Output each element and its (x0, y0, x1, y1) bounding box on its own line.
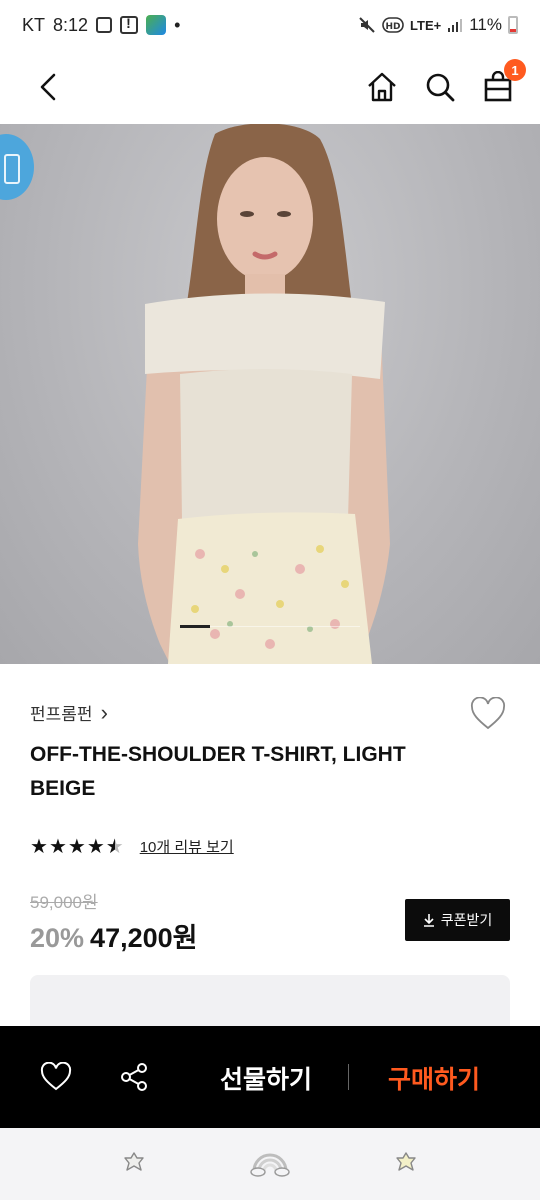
home-icon (368, 72, 396, 102)
cart-button[interactable]: 1 (480, 59, 526, 105)
network-type-label: LTE+ (410, 17, 442, 33)
search-icon (426, 73, 455, 102)
star-icon: ★ (30, 836, 48, 858)
star-icon: ★ (67, 836, 86, 858)
status-right: HD LTE+ 11% (358, 15, 518, 35)
status-bar: KT 8:12 • HD LTE+ 11% (0, 0, 540, 50)
header-actions: 1 (364, 59, 526, 105)
brand-link[interactable]: 펀프롬펀 › (30, 700, 108, 725)
time-label: 8:12 (53, 14, 89, 35)
flower-icon (124, 1151, 144, 1171)
hd-voice-icon: HD (382, 17, 404, 33)
more-notifications-dot: • (174, 14, 181, 35)
gift-button[interactable]: 선물하기 (200, 1060, 332, 1096)
app-header: 1 (0, 50, 540, 124)
share-button[interactable] (116, 1059, 152, 1095)
review-link[interactable]: 10개 리뷰 보기 (140, 836, 234, 857)
bottom-nav-item-center[interactable] (250, 1147, 290, 1182)
product-title: OFF-THE-SHOULDER T-SHIRT, LIGHT BEIGE (30, 743, 406, 800)
purchase-action-bar: 선물하기 구매하기 (0, 1026, 540, 1128)
discount-rate: 20% (30, 923, 85, 953)
action-divider (348, 1064, 349, 1090)
sale-price: 47,200원 (90, 923, 198, 953)
alert-icon (120, 15, 139, 34)
star-rating: ★ ★ ★ ★ ★ (30, 834, 124, 859)
wishlist-button[interactable] (470, 696, 506, 736)
carousel-indicator (180, 625, 210, 628)
search-button[interactable] (422, 69, 458, 105)
buy-button[interactable]: 구매하기 (368, 1060, 500, 1096)
home-button[interactable] (364, 69, 400, 105)
chevron-right-icon: › (100, 699, 108, 725)
back-button[interactable] (30, 69, 66, 105)
product-image-carousel[interactable] (0, 124, 540, 664)
star-icon: ★ (86, 836, 105, 858)
battery-icon (508, 16, 518, 34)
bottom-nav-item-left[interactable] (122, 1151, 146, 1178)
chevron-left-icon (40, 73, 56, 101)
carrier-label: KT (22, 14, 46, 35)
brand-name: 펀프롬펀 (30, 705, 93, 724)
coupon-label: 쿠폰받기 (440, 912, 493, 928)
app-notification-icon (146, 15, 167, 35)
wishlist-action-button[interactable] (38, 1059, 74, 1095)
signal-icon (448, 19, 463, 32)
heart-icon (471, 696, 505, 730)
star-icon: ★ (48, 836, 67, 858)
heart-icon (40, 1062, 72, 1091)
coupon-button[interactable]: 쿠폰받기 (405, 899, 510, 941)
status-left: KT 8:12 • (22, 15, 180, 36)
svg-text:HD: HD (386, 22, 401, 32)
download-icon (423, 914, 434, 927)
carousel-track (210, 626, 360, 627)
flower-icon (396, 1151, 416, 1171)
share-icon (121, 1063, 147, 1091)
sim-icon (96, 17, 113, 33)
product-photo (138, 124, 390, 664)
bottom-nav (0, 1128, 540, 1200)
mute-icon (359, 17, 375, 33)
cart-count-badge: 1 (504, 59, 526, 81)
rating-row: ★ ★ ★ ★ ★ 10개 리뷰 보기 (30, 834, 234, 859)
half-star-icon: ★ (105, 836, 124, 858)
price-row: 20% 47,200원 (30, 916, 197, 955)
bottom-nav-item-right[interactable] (394, 1151, 418, 1178)
original-price: 59,000원 (30, 893, 98, 912)
battery-percent: 11% (469, 15, 502, 34)
rainbow-icon (250, 1153, 290, 1177)
